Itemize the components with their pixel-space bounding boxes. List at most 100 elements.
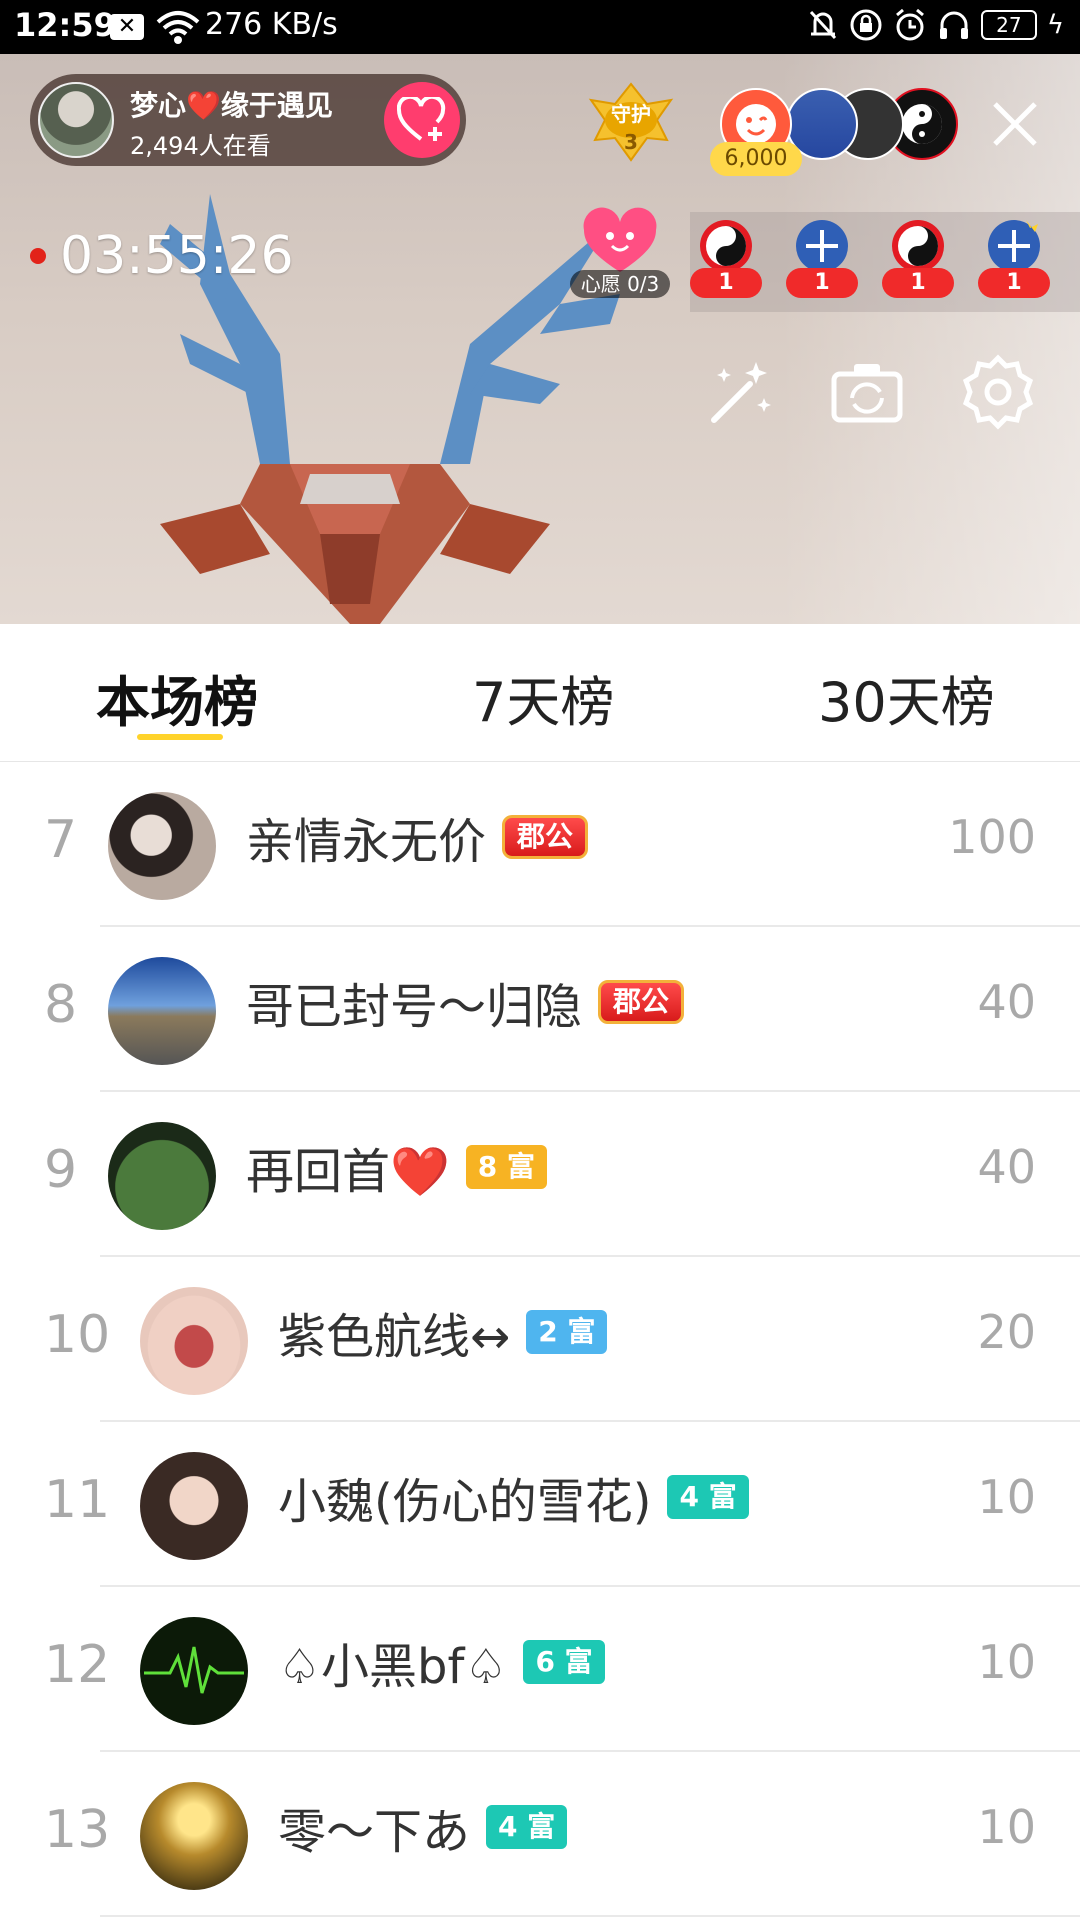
gift-count: 1 [786, 268, 858, 298]
rank-number: 13 [44, 1800, 111, 1860]
wish-progress: 心愿 0/3 [570, 270, 670, 298]
status-bar: 12:59 ✕ 276 KB/s 27 ϟ [0, 0, 1080, 54]
coin-amount: 6,000 [710, 142, 802, 176]
list-item[interactable]: 12 ♤小黑bf♤ 6 富 10 [0, 1587, 1080, 1752]
rank-number: 7 [44, 810, 78, 870]
rank-number: 11 [44, 1470, 111, 1530]
lock-rotation-icon [850, 9, 882, 41]
avatar[interactable] [140, 1782, 248, 1890]
rank-badge: 6 富 [523, 1640, 605, 1684]
yin-yang-icon [892, 220, 944, 272]
user-name: 哥已封号～归隐 [246, 979, 583, 1035]
charging-icon: ϟ [1046, 10, 1064, 40]
divider [100, 1915, 1080, 1917]
rank-badge: 4 富 [667, 1475, 749, 1519]
tab-this-session[interactable]: 本场榜 [96, 658, 258, 737]
user-name: 再回首❤️ [246, 1144, 450, 1200]
close-icon[interactable] [985, 94, 1045, 154]
score: 40 [977, 975, 1036, 1029]
user-name: ♤小黑bf♤ [278, 1639, 508, 1695]
gift-queue[interactable]: 1 1 1 1 [690, 212, 1080, 312]
status-icons: 27 ϟ [807, 8, 1064, 42]
x-box-icon: ✕ [110, 14, 144, 40]
user-name-row: 小魏(伤心的雪花) 4 富 [278, 1462, 749, 1532]
score: 20 [977, 1305, 1036, 1359]
switch-camera-icon[interactable] [830, 360, 904, 426]
user-name: 紫色航线↔ [278, 1309, 511, 1365]
live-timer: 03:55:26 [30, 226, 294, 286]
wish-widget[interactable]: 心愿 0/3 [570, 206, 670, 298]
tab-7-days[interactable]: 7天榜 [472, 658, 614, 737]
list-item[interactable]: 7 亲情永无价 郡公 100 [0, 762, 1080, 927]
rank-badge: 8 富 [465, 1145, 548, 1189]
heart-face-icon [583, 207, 657, 272]
battery-icon: 27 [980, 10, 1037, 40]
avatar[interactable] [140, 1617, 248, 1725]
follow-button[interactable] [384, 82, 460, 158]
gift-item[interactable]: 1 [978, 218, 1050, 298]
score: 10 [977, 1635, 1036, 1689]
user-name-row: 哥已封号～归隐 郡公 [246, 967, 685, 1037]
list-item[interactable]: 9 再回首❤️ 8 富 40 [0, 1092, 1080, 1257]
user-name-row: ♤小黑bf♤ 6 富 [278, 1627, 605, 1697]
user-name: 零～下あ [278, 1804, 471, 1860]
avatar[interactable] [140, 1287, 248, 1395]
rank-badge: 郡公 [502, 815, 589, 859]
tab-30-days[interactable]: 30天榜 [818, 658, 995, 737]
score: 10 [977, 1470, 1036, 1524]
ranking-tabs: 本场榜 7天榜 30天榜 [0, 624, 1080, 762]
user-name-row: 亲情永无价 郡公 [246, 802, 589, 872]
avatar[interactable] [108, 1122, 216, 1230]
avatar[interactable] [108, 792, 216, 900]
sweep-badge-icon [988, 220, 1040, 272]
gift-count: 1 [978, 268, 1050, 298]
rank-number: 9 [44, 1140, 78, 1200]
host-avatar[interactable] [38, 82, 114, 158]
avatar[interactable] [140, 1452, 248, 1560]
user-name-row: 紫色航线↔ 2 富 [278, 1297, 608, 1367]
stream-tools [700, 354, 1060, 434]
user-name: 亲情永无价 [246, 814, 487, 870]
score: 40 [977, 1140, 1036, 1194]
avatar[interactable] [108, 957, 216, 1065]
host-name: 梦心❤️缘于遇见 [130, 89, 333, 122]
gift-item[interactable]: 1 [882, 218, 954, 298]
list-item[interactable]: 10 紫色航线↔ 2 富 20 [0, 1257, 1080, 1422]
status-time: 12:59 [14, 6, 116, 44]
user-name-row: 再回首❤️ 8 富 [246, 1132, 548, 1202]
heartbeat-image [144, 1646, 244, 1694]
rank-badge: 4 富 [486, 1805, 568, 1849]
gift-item[interactable]: 1 [786, 218, 858, 298]
settings-gear-icon[interactable] [960, 354, 1036, 430]
guard-label: 守护 [611, 102, 651, 126]
guard-badge[interactable]: 守护 3 [585, 80, 677, 164]
gift-item[interactable]: 1 [690, 218, 762, 298]
host-info-pill[interactable]: 梦心❤️缘于遇见 2,494人在看 [30, 74, 466, 166]
active-tab-indicator [137, 734, 223, 740]
mute-bell-icon [809, 10, 836, 40]
gift-count: 1 [690, 268, 762, 298]
list-item[interactable]: 8 哥已封号～归隐 郡公 40 [0, 927, 1080, 1092]
rank-badge: 郡公 [598, 980, 685, 1024]
magic-wand-icon[interactable] [700, 354, 780, 434]
live-stream-view[interactable]: 梦心❤️缘于遇见 2,494人在看 守护 3 6,000 03:55:26 心愿… [0, 54, 1080, 624]
rank-number: 12 [44, 1635, 111, 1695]
top-viewers[interactable]: 6,000 [710, 82, 958, 176]
user-name: 小魏(伤心的雪花) [278, 1474, 652, 1530]
list-item[interactable]: 11 小魏(伤心的雪花) 4 富 10 [0, 1422, 1080, 1587]
rank-number: 8 [44, 975, 78, 1035]
wifi-icon [156, 8, 200, 50]
list-item[interactable]: 13 零～下あ 4 富 10 [0, 1752, 1080, 1917]
alarm-icon [895, 8, 924, 41]
live-duration: 03:55:26 [60, 226, 294, 286]
score: 100 [948, 810, 1036, 864]
yin-yang-icon [700, 220, 752, 272]
heart-plus-icon [397, 97, 446, 141]
viewer-count: 2,494人在看 [130, 132, 271, 160]
score: 10 [977, 1800, 1036, 1854]
network-speed: 276 KB/s [205, 7, 338, 42]
rank-badge: 2 富 [526, 1310, 608, 1354]
user-name-row: 零～下あ 4 富 [278, 1792, 568, 1862]
sweep-badge-icon [796, 220, 848, 272]
gift-count: 1 [882, 268, 954, 298]
